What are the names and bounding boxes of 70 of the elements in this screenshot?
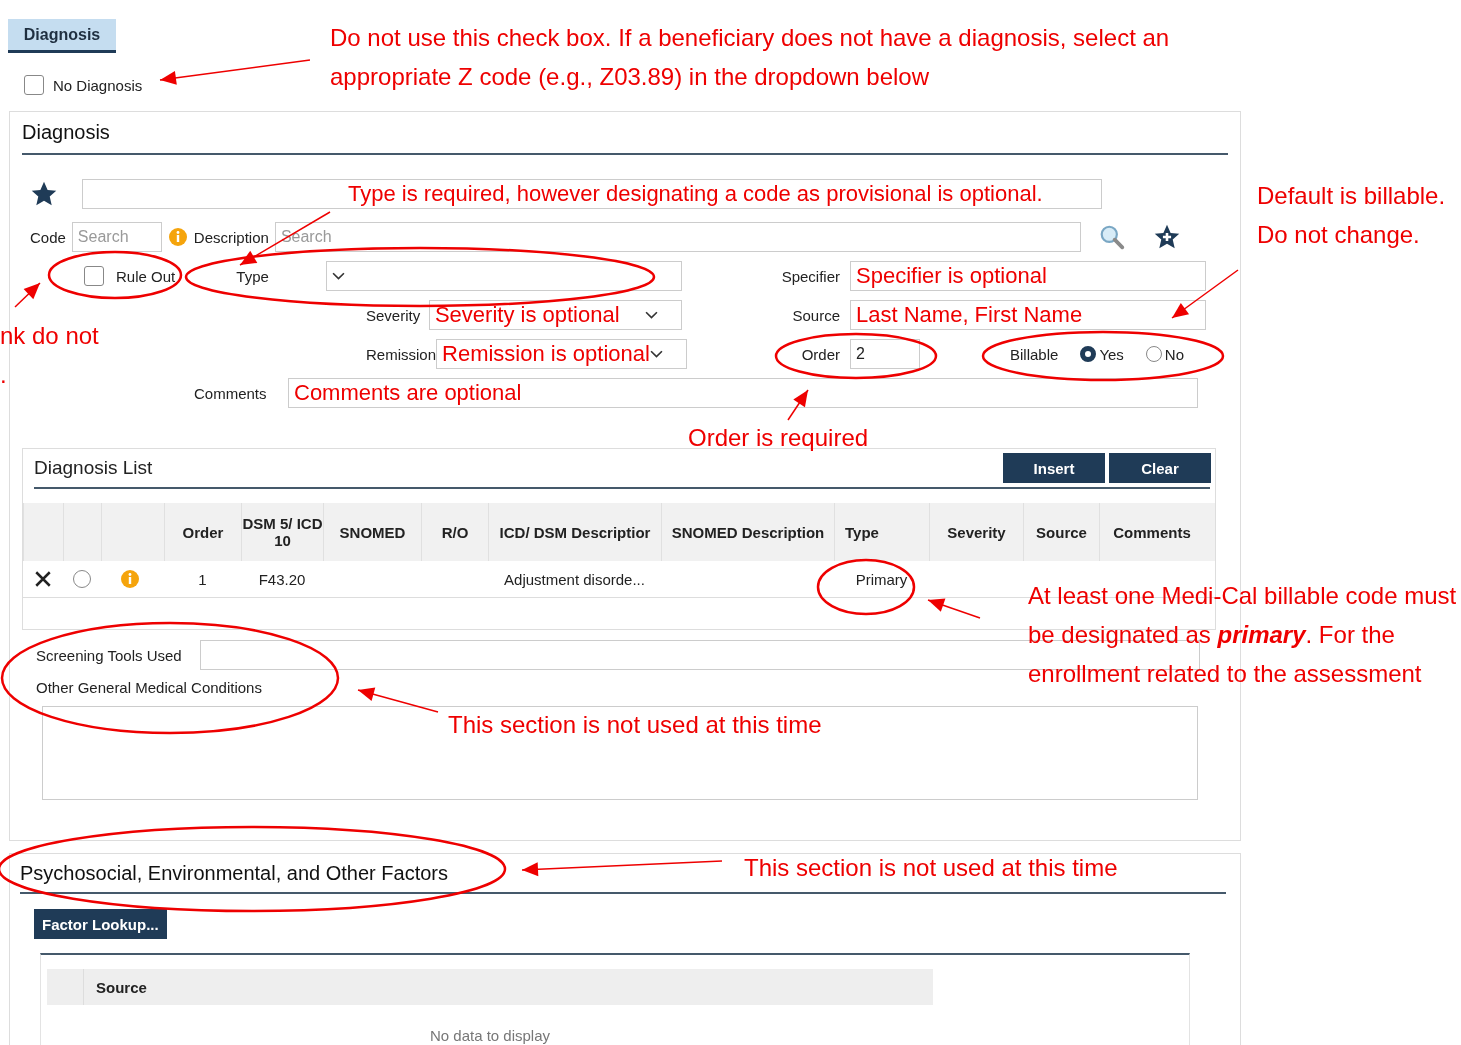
annotation-text: Order is required xyxy=(688,423,870,453)
annotation-arrow xyxy=(1171,269,1239,319)
column-header[interactable]: Comments xyxy=(1113,523,1191,541)
specifier-field[interactable]: Specifier is optional xyxy=(850,261,1206,291)
column-header[interactable]: SNOMED Description xyxy=(671,523,825,541)
annotation-text: This section is not used at this time xyxy=(744,853,1119,883)
radio-label: No xyxy=(1164,345,1185,363)
annotation-text: Default is billable. Do not change. xyxy=(1257,181,1447,250)
field-label: Billable xyxy=(1010,345,1059,363)
code-search-field[interactable]: Search xyxy=(71,222,162,252)
radio-button[interactable] xyxy=(1080,346,1097,362)
column-header[interactable]: Type xyxy=(845,523,879,541)
diagnosis-field[interactable]: Type is required, however designating a code as provisional is optional. xyxy=(82,179,1102,209)
field-label: Screening Tools Used xyxy=(36,646,183,664)
field-label: Specifier xyxy=(780,267,840,285)
annotation-text: This section is not used at this time xyxy=(448,710,823,740)
remission-dropdown[interactable]: Remission is optional xyxy=(436,339,687,369)
annotation-text: . xyxy=(0,360,8,390)
chevron-icon[interactable] xyxy=(332,271,346,281)
field-label: Severity xyxy=(366,306,422,324)
field-label: Other General Medical Conditions xyxy=(36,679,263,696)
field-label: Order xyxy=(800,345,840,363)
annotation-arrow xyxy=(927,598,981,619)
search-icon[interactable] xyxy=(1098,224,1125,250)
table-cell: 1 xyxy=(198,570,207,588)
order-field[interactable]: 2 xyxy=(850,339,920,369)
medical-conditions-field[interactable] xyxy=(42,706,1198,800)
field-label: Code xyxy=(30,228,66,246)
field-label: Comments xyxy=(194,384,268,402)
column-header[interactable]: R/O xyxy=(441,523,469,541)
column-header[interactable]: DSM 5/ ICD 10 xyxy=(242,515,323,549)
factor-lookup-button[interactable]: Factor Lookup... xyxy=(34,909,167,939)
column-header[interactable]: Source xyxy=(1036,523,1087,541)
clear-button[interactable]: Clear xyxy=(1109,453,1211,483)
radio-label: Yes xyxy=(1099,345,1124,363)
field-label: Source xyxy=(791,306,840,324)
empty-message: No data to display xyxy=(428,1027,552,1044)
insert-button[interactable]: Insert xyxy=(1003,453,1105,483)
section-title: Psychosocial, Environmental, and Other Factors xyxy=(20,861,448,886)
star-icon[interactable] xyxy=(30,180,58,208)
field-label: Type xyxy=(236,267,270,285)
severity-dropdown[interactable]: Severity is optional xyxy=(428,300,682,330)
checkbox[interactable] xyxy=(24,75,44,95)
diagnosis-tab[interactable]: Diagnosis xyxy=(8,19,116,53)
annotation-arrow xyxy=(14,282,41,308)
column-header[interactable]: Source xyxy=(96,978,147,996)
table-cell: F43.20 xyxy=(258,570,306,588)
checkbox-label: No Diagnosis xyxy=(53,76,143,94)
source-field[interactable]: Last Name, First Name xyxy=(850,300,1206,330)
field-label: Description xyxy=(193,228,269,246)
section-title: Diagnosis List xyxy=(34,457,154,479)
column-header[interactable]: Order xyxy=(182,523,224,541)
delete-icon[interactable] xyxy=(34,570,52,588)
annotation-text: nk do not xyxy=(0,321,100,351)
info-icon[interactable] xyxy=(167,227,188,247)
comments-field[interactable]: Comments are optional xyxy=(288,378,1198,408)
table-cell: Adjustment disorde... xyxy=(504,570,645,588)
field-label: Remission xyxy=(366,345,437,363)
column-header[interactable]: SNOMED xyxy=(339,523,406,541)
table-cell: Primary xyxy=(855,570,908,588)
column-header[interactable]: ICD/ DSM Descriptior xyxy=(499,523,651,541)
annotation-text: Do not use this check box. If a beneficiary does not have a diagnosis, select an appropriate Z code (e.g., Z03.89) in the dropdown below xyxy=(330,23,1171,92)
checkbox[interactable] xyxy=(84,266,104,286)
info-icon[interactable] xyxy=(119,569,140,589)
annotation-text: At least one Medi-Cal billable code must be designated as primary. For the enrollment related to the assessment xyxy=(1028,581,1458,689)
chevron-icon[interactable] xyxy=(645,310,658,320)
annotation-arrow xyxy=(787,389,809,421)
chevron-icon[interactable] xyxy=(649,349,663,359)
column-header[interactable]: Severity xyxy=(947,523,1006,541)
section-title: Diagnosis xyxy=(22,120,110,145)
